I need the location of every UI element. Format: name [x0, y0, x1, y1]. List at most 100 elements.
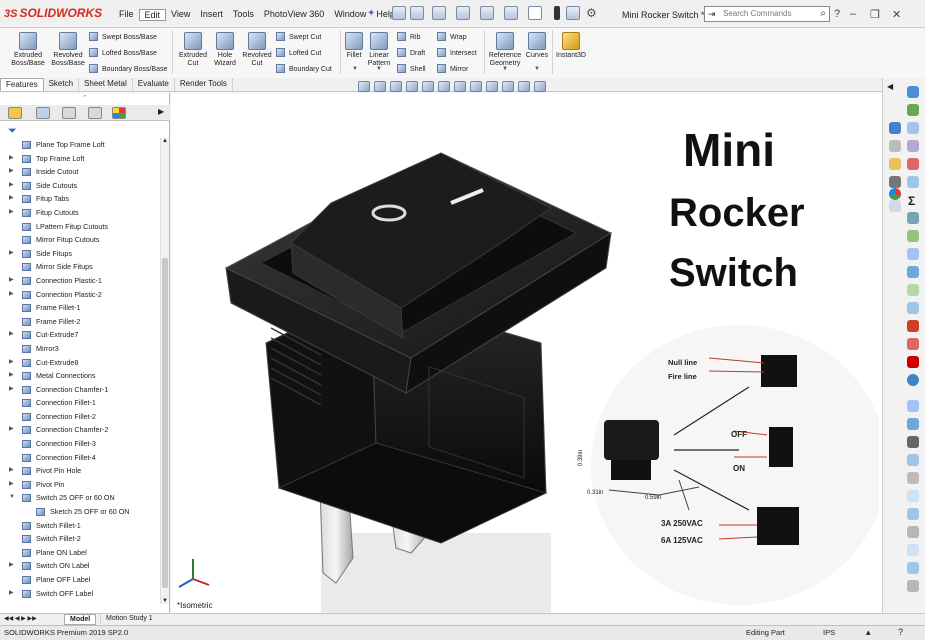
- new-document-icon[interactable]: [410, 6, 424, 20]
- tab-sheet-metal[interactable]: Sheet Metal: [79, 78, 133, 91]
- tab-scroll-arrow-icon[interactable]: ▶: [158, 107, 164, 116]
- tree-item[interactable]: ▶ Connection Plastic-2: [0, 288, 160, 302]
- mirror-button[interactable]: Mirror: [437, 64, 468, 74]
- view-orientation-icon[interactable]: [438, 81, 450, 92]
- wrap-button[interactable]: Wrap: [437, 32, 467, 42]
- expand-arrow-icon[interactable]: ▶: [9, 356, 14, 370]
- tool-icon[interactable]: [907, 302, 919, 314]
- tool-icon[interactable]: [907, 122, 919, 134]
- scroll-up-icon[interactable]: ▲: [162, 138, 168, 144]
- hide-show-icon[interactable]: [470, 81, 482, 92]
- tab-render-tools[interactable]: Render Tools: [175, 78, 233, 91]
- tool-icon[interactable]: [907, 418, 919, 430]
- lofted-cut-button[interactable]: Lofted Cut: [276, 48, 321, 58]
- tab-evaluate[interactable]: Evaluate: [133, 78, 175, 91]
- instant3d-button[interactable]: Instant3D: [554, 32, 588, 60]
- tree-item[interactable]: Plane OFF Label: [0, 573, 160, 587]
- expand-arrow-icon[interactable]: ▶: [9, 587, 14, 601]
- previous-view-icon[interactable]: [390, 81, 402, 92]
- home-icon[interactable]: [392, 6, 406, 20]
- section-view-icon[interactable]: [406, 81, 418, 92]
- tool-icon[interactable]: [907, 104, 919, 116]
- tool-icon[interactable]: [907, 140, 919, 152]
- pin-icon[interactable]: ✦: [367, 8, 375, 19]
- tree-item[interactable]: Mirror3: [0, 342, 160, 356]
- view-palette-icon[interactable]: [889, 176, 901, 188]
- minimize-button[interactable]: –: [850, 8, 856, 20]
- customize-icon[interactable]: ▴: [866, 627, 871, 638]
- tree-item[interactable]: ▶ Inside Cutout: [0, 165, 160, 179]
- reference-geometry-button[interactable]: Reference Geometry: [486, 32, 524, 68]
- tree-item[interactable]: ▶ Side Cutouts: [0, 179, 160, 193]
- search-commands-input[interactable]: ⇥ Search Commands ⌕: [704, 6, 830, 22]
- tree-item[interactable]: Connection Fillet-4: [0, 451, 160, 465]
- tool-icon[interactable]: [907, 526, 919, 538]
- tree-item[interactable]: Connection Fillet-1: [0, 396, 160, 410]
- tab-model[interactable]: Model: [64, 614, 97, 625]
- tool-icon[interactable]: [907, 472, 919, 484]
- expand-arrow-icon[interactable]: ▶: [9, 423, 14, 437]
- edit-appearance-icon[interactable]: [486, 81, 498, 92]
- expand-arrow-icon[interactable]: ▶: [9, 478, 14, 492]
- print-icon[interactable]: [480, 6, 494, 20]
- property-manager-tab-icon[interactable]: [36, 107, 50, 119]
- expand-arrow-icon[interactable]: ▶: [9, 206, 14, 220]
- tree-item[interactable]: Sketch 25 OFF or 60 ON: [0, 505, 160, 519]
- help-icon[interactable]: ?: [834, 8, 840, 20]
- tree-item[interactable]: Switch Fillet-2: [0, 532, 160, 546]
- tree-item[interactable]: Connection Fillet-3: [0, 437, 160, 451]
- tree-item[interactable]: Mirror Side Fitups: [0, 260, 160, 274]
- tool-icon[interactable]: [907, 212, 919, 224]
- hole-wizard-button[interactable]: Hole Wizard: [210, 32, 240, 68]
- select-pointer-icon[interactable]: [528, 6, 542, 20]
- tree-item[interactable]: ▶ Metal Connections: [0, 369, 160, 383]
- menu-view[interactable]: View: [166, 9, 195, 21]
- save-icon[interactable]: [456, 6, 470, 20]
- expand-arrow-icon[interactable]: ▶: [9, 165, 14, 179]
- tree-item[interactable]: Plane Top Frame Loft: [0, 138, 160, 152]
- sum-icon[interactable]: Σ: [908, 194, 915, 208]
- tool-icon[interactable]: [907, 158, 919, 170]
- tree-item[interactable]: ▶ Switch ON Label: [0, 559, 160, 573]
- tool-icon[interactable]: [907, 508, 919, 520]
- tree-item[interactable]: Connection Fillet-2: [0, 410, 160, 424]
- menu-edit[interactable]: Edit: [138, 9, 167, 21]
- expand-arrow-icon[interactable]: ▶: [9, 383, 14, 397]
- apply-scene-icon[interactable]: [502, 81, 514, 92]
- display-style-icon[interactable]: [454, 81, 466, 92]
- tool-icon[interactable]: [907, 284, 919, 296]
- tool-icon[interactable]: [907, 400, 919, 412]
- collapse-arrow-icon[interactable]: ▼: [9, 491, 15, 505]
- tool-icon[interactable]: [907, 562, 919, 574]
- dynamic-annotation-icon[interactable]: [422, 81, 434, 92]
- display-manager-tab-icon[interactable]: [112, 107, 126, 119]
- lofted-boss-button[interactable]: Lofted Boss/Base: [89, 48, 157, 58]
- tool-icon[interactable]: [907, 580, 919, 592]
- close-window-button[interactable]: ✕: [892, 8, 901, 21]
- revolved-boss-button[interactable]: Revolved Boss/Base: [48, 32, 88, 68]
- tree-item[interactable]: ▶ Cut-Extrude8: [0, 356, 160, 370]
- file-explorer-icon[interactable]: [889, 158, 901, 170]
- intersect-button[interactable]: Intersect: [437, 48, 477, 58]
- tree-item[interactable]: ▶ Connection Plastic-1: [0, 274, 160, 288]
- search-dropdown-icon[interactable]: ⇥: [708, 9, 716, 20]
- pattern-dropdown-icon[interactable]: ▼: [376, 66, 382, 72]
- tab-features[interactable]: Features: [0, 78, 44, 91]
- view-settings-icon[interactable]: [518, 81, 530, 92]
- tree-item[interactable]: ▶ Fitup Tabs: [0, 192, 160, 206]
- expand-arrow-icon[interactable]: ▶: [9, 274, 14, 288]
- tool-icon[interactable]: [907, 454, 919, 466]
- tree-item[interactable]: ▼ Switch 25 OFF or 60 ON: [0, 491, 160, 505]
- tree-item[interactable]: ▶ Side Fitups: [0, 247, 160, 261]
- expand-arrow-icon[interactable]: ▶: [9, 464, 14, 478]
- undo-icon[interactable]: [504, 6, 518, 20]
- feature-tree-tab-icon[interactable]: [8, 107, 22, 119]
- menu-photoview[interactable]: PhotoView 360: [259, 9, 329, 21]
- boundary-cut-button[interactable]: Boundary Cut: [276, 64, 332, 74]
- boundary-boss-button[interactable]: Boundary Boss/Base: [89, 64, 167, 74]
- shell-button[interactable]: Shell: [397, 64, 426, 74]
- tree-item[interactable]: ▶ Connection Chamfer-2: [0, 423, 160, 437]
- expand-arrow-icon[interactable]: ▶: [9, 192, 14, 206]
- graphics-area[interactable]: Mini Rocker Switch Null line Fire line O…: [171, 93, 882, 613]
- options-gear-icon[interactable]: ⚙: [586, 6, 597, 20]
